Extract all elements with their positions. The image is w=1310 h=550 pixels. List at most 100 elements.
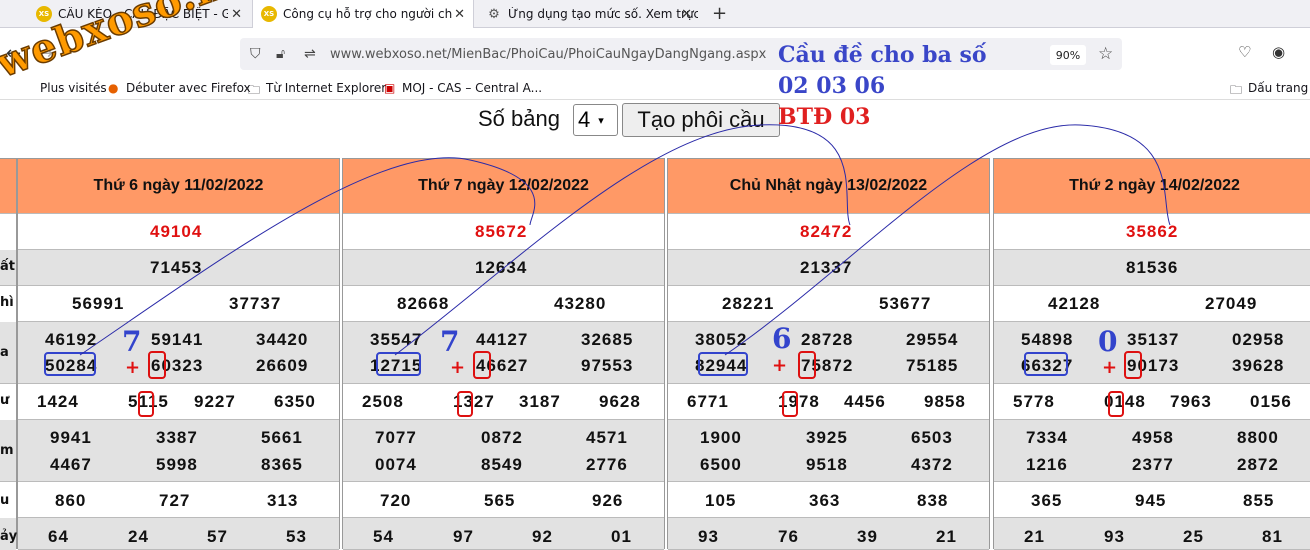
folder-icon: 🗀: [1230, 83, 1243, 97]
seventh-prize: 97: [453, 527, 474, 546]
highlight-box-red: [782, 391, 798, 417]
folder-icon: 🗀: [248, 83, 261, 97]
board-title: Chủ Nhật ngày 13/02/2022: [668, 159, 989, 214]
fifth-prize: 2776: [586, 455, 628, 474]
bookmark-moj[interactable]: MOJ - CAS – Central A...: [402, 81, 542, 95]
fourth-prize: 1424: [37, 392, 79, 411]
third-prize: 44127: [476, 330, 529, 349]
sixth-prize: 855: [1243, 491, 1275, 510]
board-title: Thứ 7 ngày 12/02/2022: [343, 159, 664, 214]
result-board: Thứ 7 ngày 12/02/2022 85672 12634 82668 4328…: [342, 158, 665, 550]
third-prize: 28728: [801, 330, 854, 349]
fifth-prize: 8800: [1237, 428, 1279, 447]
pocket-icon[interactable]: ♡: [1238, 43, 1251, 61]
seventh-prize: 24: [128, 527, 149, 546]
highlight-box-blue: [1024, 352, 1068, 376]
handwritten-digit: 0: [1098, 325, 1118, 358]
highlight-box-red: [138, 391, 154, 417]
fifth-prize: 0872: [481, 428, 523, 447]
seventh-prize: 93: [698, 527, 719, 546]
fourth-prize: 7963: [1170, 392, 1212, 411]
fifth-prize: 8365: [261, 455, 303, 474]
permissions-icon[interactable]: ⇌: [304, 46, 316, 62]
highlight-box-red: [148, 351, 166, 379]
zoom-level[interactable]: 90%: [1050, 45, 1086, 65]
fifth-prize: 9518: [806, 455, 848, 474]
sixth-prize: 727: [159, 491, 191, 510]
second-prize: 43280: [554, 294, 607, 313]
tao-phoi-cau-button[interactable]: Tạo phôi cầu: [622, 103, 780, 137]
bookmarks-bar: Plus visités ● Débuter avec Firefox 🗀 Từ…: [0, 78, 1310, 100]
second-prize: 27049: [1205, 294, 1258, 313]
fifth-prize: 2377: [1132, 455, 1174, 474]
board-title: Thứ 6 ngày 11/02/2022: [18, 159, 339, 214]
board-title: Thứ 2 ngày 14/02/2022: [994, 159, 1310, 214]
side-label: ảy: [0, 529, 18, 544]
close-icon[interactable]: ✕: [231, 7, 242, 22]
highlight-box-red: [473, 351, 491, 379]
fourth-prize: 9227: [194, 392, 236, 411]
seventh-prize: 64: [48, 527, 69, 546]
fifth-prize: 5661: [261, 428, 303, 447]
fourth-prize: 6771: [687, 392, 729, 411]
side-label: hì: [0, 295, 14, 310]
fourth-prize: 3187: [519, 392, 561, 411]
fifth-prize: 0074: [375, 455, 417, 474]
annotation-line3: BTĐ 03: [778, 104, 871, 130]
lock-icon[interactable]: 🔓︎: [276, 46, 285, 62]
special-prize: 49104: [150, 222, 203, 241]
third-prize: 02958: [1232, 330, 1285, 349]
fifth-prize: 4467: [50, 455, 92, 474]
first-prize: 81536: [1126, 258, 1179, 277]
bookmark-debuter[interactable]: Débuter avec Firefox: [126, 81, 251, 95]
close-icon[interactable]: ✕: [454, 7, 465, 22]
plus-marker: +: [1102, 357, 1118, 378]
tab-title: Công cụ hỗ trợ cho người chơi: [283, 7, 453, 21]
row-nhi: [668, 286, 989, 322]
third-prize: 75185: [906, 356, 959, 375]
second-prize: 42128: [1048, 294, 1101, 313]
shield-icon[interactable]: ⛉: [250, 46, 261, 62]
fifth-prize: 7077: [375, 428, 417, 447]
annotation-line1: Cầu đề cho ba số: [778, 42, 987, 68]
fourth-prize: 0156: [1250, 392, 1292, 411]
so-bang-select[interactable]: 4 ▾: [573, 104, 618, 136]
fifth-prize: 2872: [1237, 455, 1279, 474]
plus-marker: +: [772, 355, 788, 376]
first-prize: 21337: [800, 258, 853, 277]
special-prize: 35862: [1126, 222, 1179, 241]
highlight-box-blue: [44, 352, 96, 376]
highlight-box-red: [457, 391, 473, 417]
sixth-prize: 838: [917, 491, 949, 510]
bookmark-dau-trang[interactable]: Dấu trang k: [1248, 81, 1310, 95]
fifth-prize: 9941: [50, 428, 92, 447]
result-board: Thứ 2 ngày 14/02/2022 35862 81536 42128 2704…: [993, 158, 1310, 550]
fifth-prize: 4571: [586, 428, 628, 447]
close-icon[interactable]: ✕: [681, 7, 692, 22]
sixth-prize: 926: [592, 491, 624, 510]
side-label: ư: [0, 393, 10, 408]
star-icon[interactable]: ☆: [1098, 44, 1113, 64]
bookmark-plus-visites[interactable]: Plus visités: [40, 81, 107, 95]
highlight-box-red: [798, 351, 816, 379]
seventh-prize: 21: [1024, 527, 1045, 546]
tab-cong-cu[interactable]: XS Công cụ hỗ trợ cho người chơi ✕: [252, 0, 474, 28]
url-text[interactable]: www.webxoso.net/MienBac/PhoiCau/PhoiCauN…: [330, 47, 766, 62]
fifth-prize: 3925: [806, 428, 848, 447]
bookmark-ie[interactable]: Từ Internet Explorer: [266, 81, 386, 95]
fourth-prize: 6350: [274, 392, 316, 411]
fourth-prize: 9858: [924, 392, 966, 411]
so-bang-value: 4: [578, 107, 591, 132]
fifth-prize: 7334: [1026, 428, 1068, 447]
sixth-prize: 565: [484, 491, 516, 510]
third-prize: 35547: [370, 330, 423, 349]
side-label: u: [0, 493, 10, 508]
so-bang-label: Số bảng: [478, 106, 560, 131]
new-tab-button[interactable]: +: [712, 3, 727, 24]
account-icon[interactable]: ◉: [1272, 43, 1285, 61]
tab-ung-dung[interactable]: ⚙ Ứng dụng tạo mức số. Xem trực ✕: [478, 0, 700, 28]
highlight-box-red: [1108, 391, 1124, 417]
highlight-box-blue: [698, 352, 748, 376]
seventh-prize: 92: [532, 527, 553, 546]
tab-title: Ứng dụng tạo mức số. Xem trực: [508, 7, 698, 21]
